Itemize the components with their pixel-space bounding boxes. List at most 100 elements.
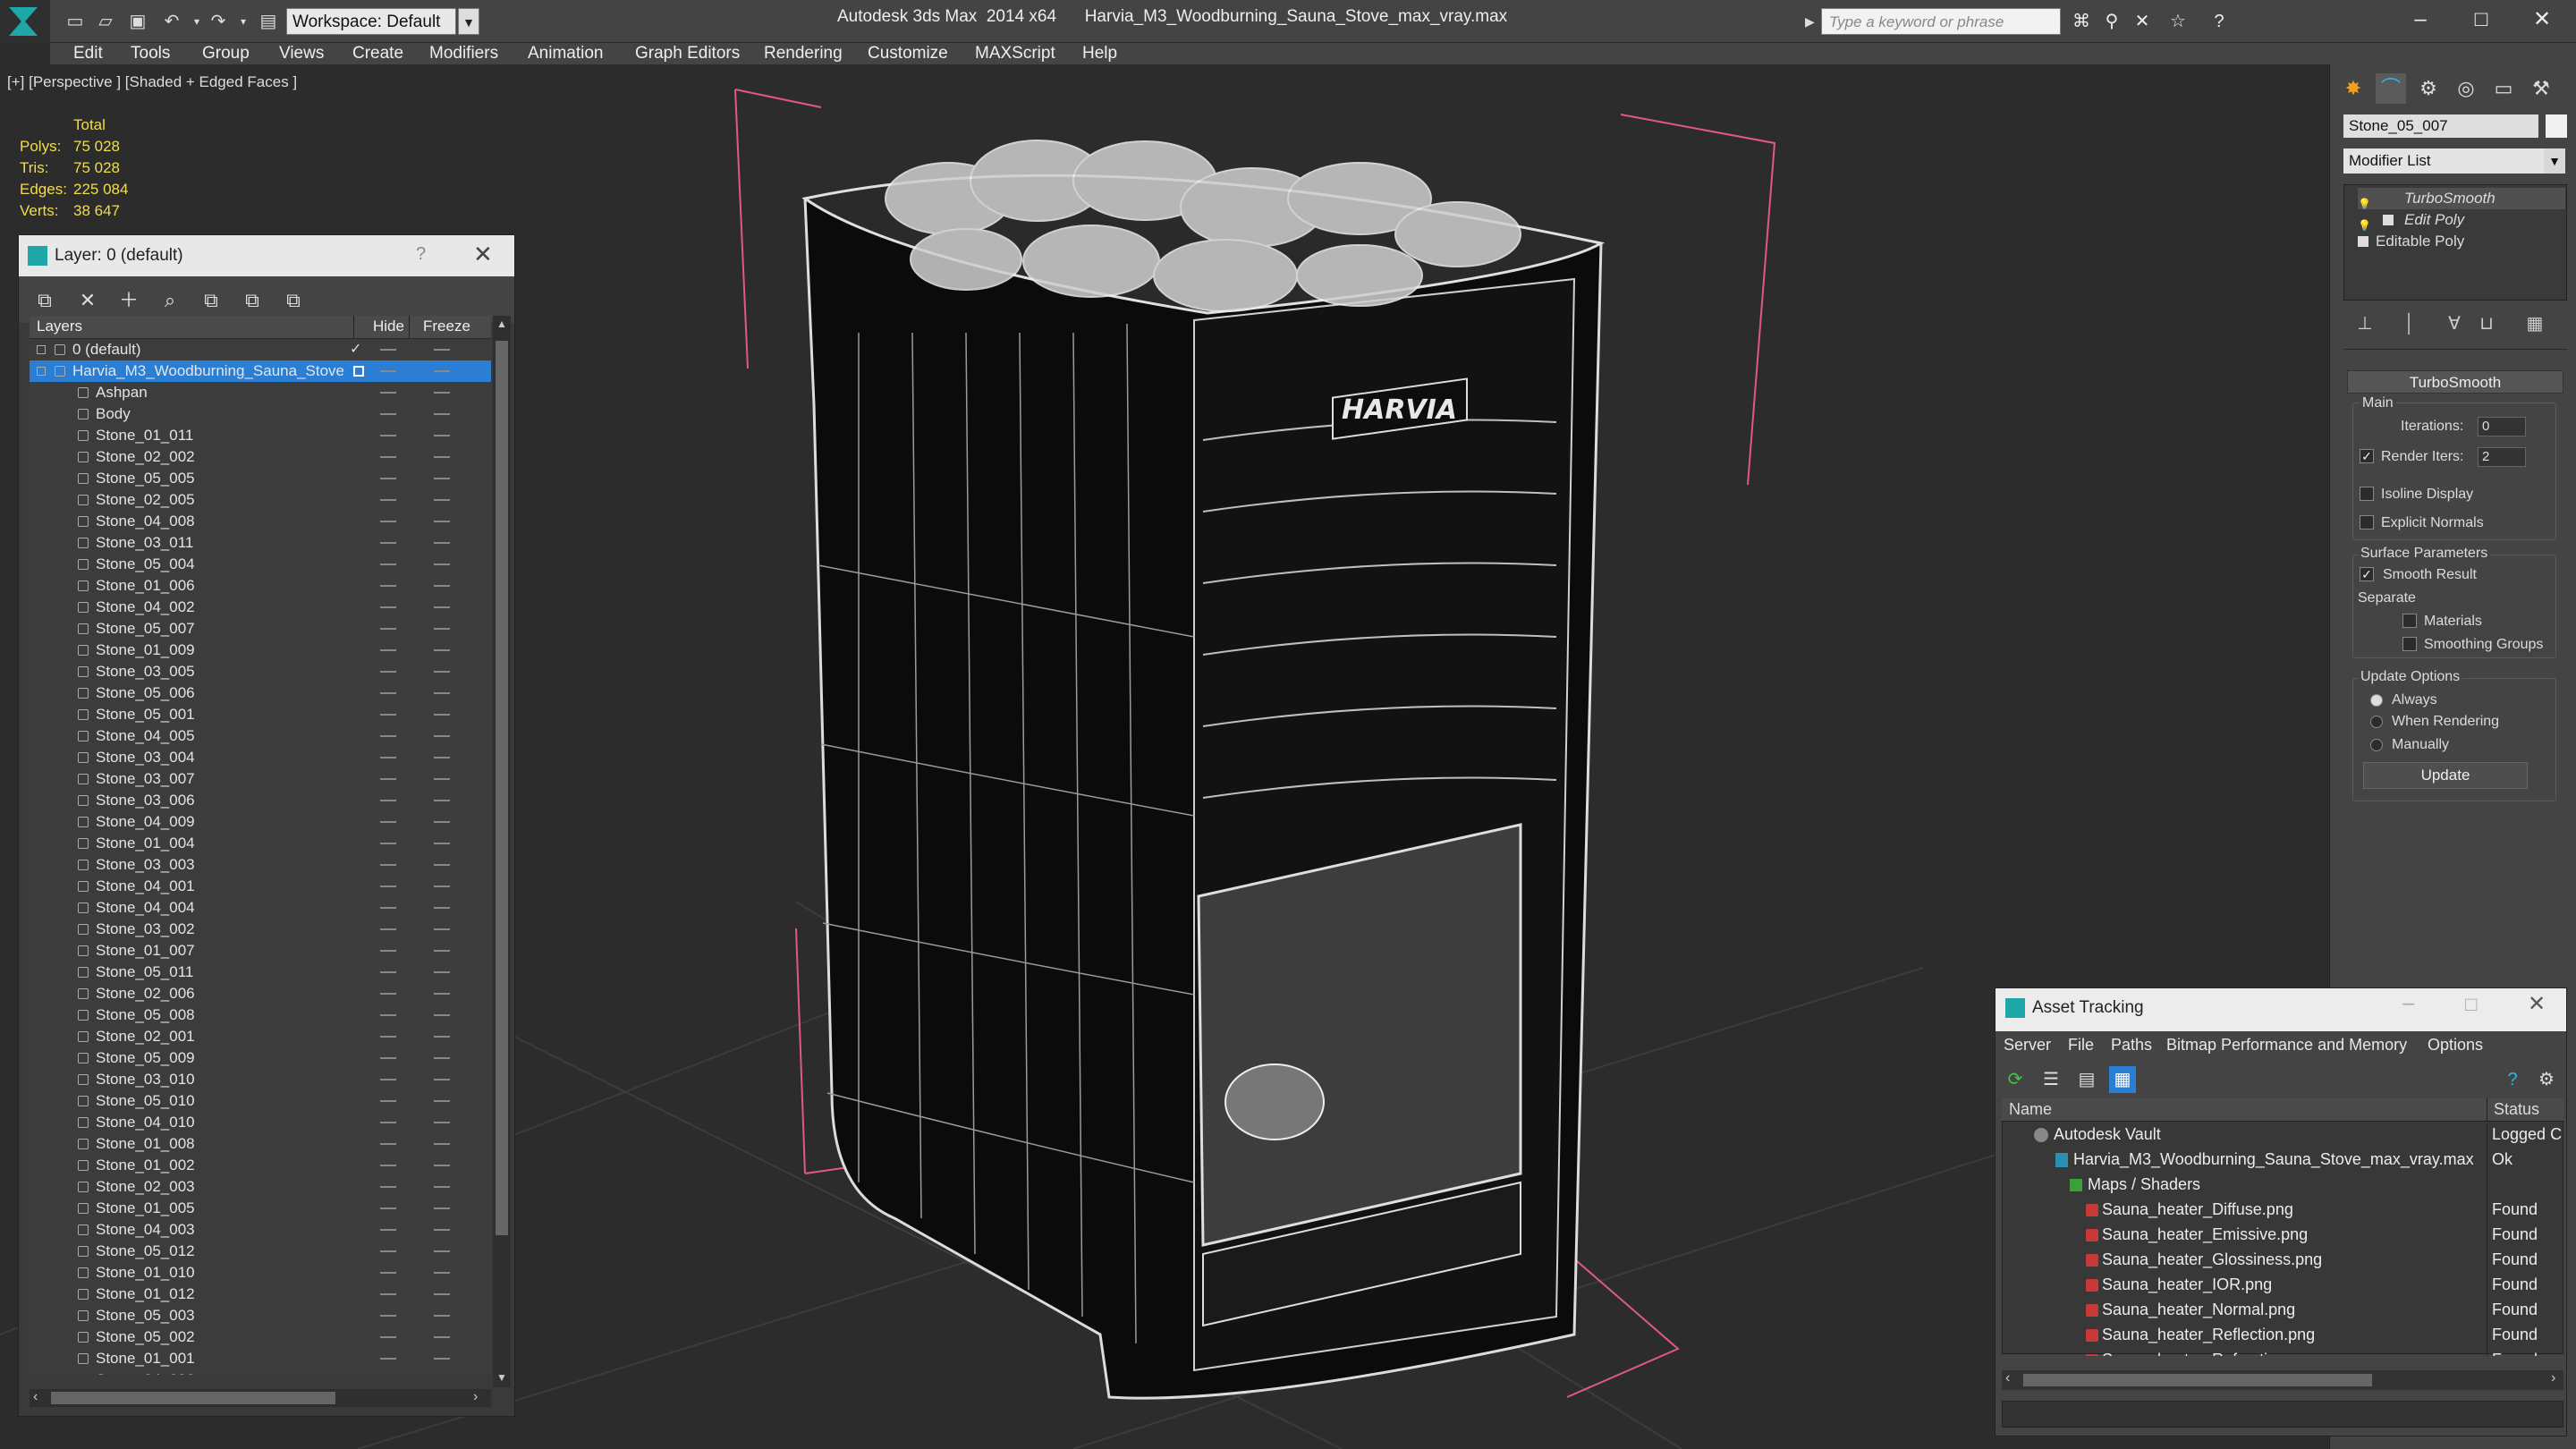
hide-toggle[interactable]: [380, 907, 396, 909]
hide-toggle[interactable]: [380, 1165, 396, 1166]
freeze-toggle[interactable]: [434, 413, 450, 415]
freeze-toggle[interactable]: [434, 585, 450, 587]
freeze-toggle[interactable]: [434, 1293, 450, 1295]
hide-toggle[interactable]: [380, 1100, 396, 1102]
freeze-toggle[interactable]: [434, 735, 450, 737]
hide-toggle[interactable]: [380, 1057, 396, 1059]
menu-create[interactable]: Create: [352, 43, 403, 64]
chevron-down-icon[interactable]: ▼: [2544, 148, 2565, 174]
scrollbar-thumb[interactable]: [496, 341, 508, 1235]
settings-icon[interactable]: ⚙: [2533, 1066, 2560, 1093]
layer-row[interactable]: Stone_01_005: [30, 1198, 491, 1219]
layer-row[interactable]: Stone_05_009: [30, 1047, 491, 1069]
layer-row[interactable]: Stone_04_004: [30, 897, 491, 919]
hide-toggle[interactable]: [380, 521, 396, 522]
layer-row[interactable]: Stone_04_002: [30, 597, 491, 618]
scroll-left-icon[interactable]: ‹: [2005, 1370, 2010, 1386]
hide-toggle[interactable]: [380, 349, 396, 351]
column-freeze[interactable]: Freeze: [423, 318, 470, 335]
freeze-toggle[interactable]: [434, 499, 450, 501]
freeze-toggle[interactable]: [434, 1250, 450, 1252]
turbosmooth-rollout-header[interactable]: TurboSmooth: [2347, 370, 2563, 394]
asset-row[interactable]: Maps / Shaders: [2002, 1174, 2563, 1199]
layer-row[interactable]: Stone_03_004: [30, 747, 491, 768]
minimize-icon[interactable]: –: [2402, 991, 2414, 1016]
freeze-toggle[interactable]: [434, 1057, 450, 1059]
stack-item-edit-poly[interactable]: 💡 Edit Poly: [2358, 209, 2565, 232]
menu-group[interactable]: Group: [202, 43, 250, 64]
layer-row[interactable]: Body: [30, 403, 491, 425]
add-to-layer-icon[interactable]: ＋: [115, 287, 142, 314]
layer-row[interactable]: Stone_01_007: [30, 940, 491, 962]
hide-toggle[interactable]: [380, 950, 396, 952]
layer-row[interactable]: Stone_04_010: [30, 1112, 491, 1133]
freeze-toggle[interactable]: [434, 1315, 450, 1317]
hide-toggle[interactable]: [380, 585, 396, 587]
layer-row[interactable]: Stone_01_012: [30, 1284, 491, 1305]
when-rendering-radio[interactable]: [2370, 716, 2383, 728]
layer-row[interactable]: 0 (default) ✓: [30, 339, 491, 360]
menu-animation[interactable]: Animation: [528, 43, 604, 64]
freeze-toggle[interactable]: [434, 1358, 450, 1360]
hide-toggle[interactable]: [380, 1229, 396, 1231]
render-iters-checkbox[interactable]: ✓: [2360, 449, 2374, 463]
asset-row[interactable]: Sauna_heater_Normal.png Found: [2002, 1299, 2563, 1324]
layer-row[interactable]: Stone_05_007: [30, 618, 491, 640]
open-file-icon[interactable]: ▱: [93, 9, 118, 34]
column-name[interactable]: Name: [2009, 1100, 2052, 1119]
menu-views[interactable]: Views: [279, 43, 324, 64]
hide-toggle[interactable]: [380, 392, 396, 394]
expand-icon[interactable]: [37, 367, 46, 376]
hide-toggle[interactable]: [380, 542, 396, 544]
asset-row[interactable]: Sauna_heater_Reflection.png Found: [2002, 1324, 2563, 1349]
hide-toggle[interactable]: [380, 1272, 396, 1274]
freeze-toggle[interactable]: [434, 1165, 450, 1166]
scroll-right-icon[interactable]: ›: [473, 1389, 478, 1405]
current-layer-check-icon[interactable]: ✓: [350, 339, 361, 360]
hide-toggle[interactable]: [380, 1315, 396, 1317]
asset-row[interactable]: Autodesk Vault Logged C: [2002, 1123, 2563, 1148]
project-folder-icon[interactable]: ▤: [256, 9, 281, 34]
hide-toggle[interactable]: [380, 370, 396, 372]
highlight-layer-icon[interactable]: ⧉: [198, 287, 225, 314]
freeze-toggle[interactable]: [434, 993, 450, 995]
isoline-display-checkbox[interactable]: [2360, 487, 2374, 501]
modify-tab-icon[interactable]: ⌒: [2376, 73, 2406, 104]
save-icon[interactable]: ▣: [125, 9, 150, 34]
hide-toggle[interactable]: [380, 864, 396, 866]
remove-modifier-icon[interactable]: ⊔: [2474, 311, 2499, 336]
hide-toggle[interactable]: [380, 757, 396, 758]
maximize-icon[interactable]: □: [2465, 993, 2477, 1016]
hide-toggle[interactable]: [380, 1036, 396, 1038]
freeze-toggle[interactable]: [434, 1272, 450, 1274]
app-logo-icon[interactable]: [0, 0, 50, 43]
hide-toggle[interactable]: [380, 499, 396, 501]
asset-row[interactable]: Sauna_heater_Refraction.png Found: [2002, 1349, 2563, 1356]
workspace-dropdown[interactable]: Workspace: Default: [286, 8, 456, 35]
layer-row[interactable]: Stone_04_008: [30, 511, 491, 532]
freeze-toggle[interactable]: [434, 606, 450, 608]
column-hide[interactable]: Hide: [373, 318, 404, 335]
layer-row[interactable]: Stone_02_005: [30, 489, 491, 511]
grid-view-icon[interactable]: ▦: [2109, 1066, 2136, 1093]
hide-toggle[interactable]: [380, 1079, 396, 1080]
freeze-toggle[interactable]: [434, 714, 450, 716]
hide-toggle[interactable]: [380, 843, 396, 844]
expand-icon[interactable]: [37, 345, 46, 354]
menu-tools[interactable]: Tools: [131, 43, 170, 64]
freeze-toggle[interactable]: [434, 907, 450, 909]
layer-row[interactable]: Stone_01_011: [30, 425, 491, 446]
hide-toggle[interactable]: [380, 993, 396, 995]
exchange-icon[interactable]: ✕: [2129, 9, 2156, 34]
explicit-normals-checkbox[interactable]: [2360, 515, 2374, 530]
smoothing-groups-checkbox[interactable]: [2402, 637, 2417, 651]
undo-icon[interactable]: ↶: [159, 9, 184, 34]
asset-menu-file[interactable]: File: [2068, 1036, 2094, 1055]
search-input[interactable]: Type a keyword or phrase: [1821, 8, 2061, 35]
make-current-icon[interactable]: [353, 366, 364, 377]
show-end-result-icon[interactable]: │: [2397, 311, 2422, 336]
hide-toggle[interactable]: [380, 928, 396, 930]
object-color-swatch[interactable]: [2546, 114, 2567, 138]
layer-row[interactable]: Stone_04_005: [30, 725, 491, 747]
hide-toggle[interactable]: [380, 413, 396, 415]
